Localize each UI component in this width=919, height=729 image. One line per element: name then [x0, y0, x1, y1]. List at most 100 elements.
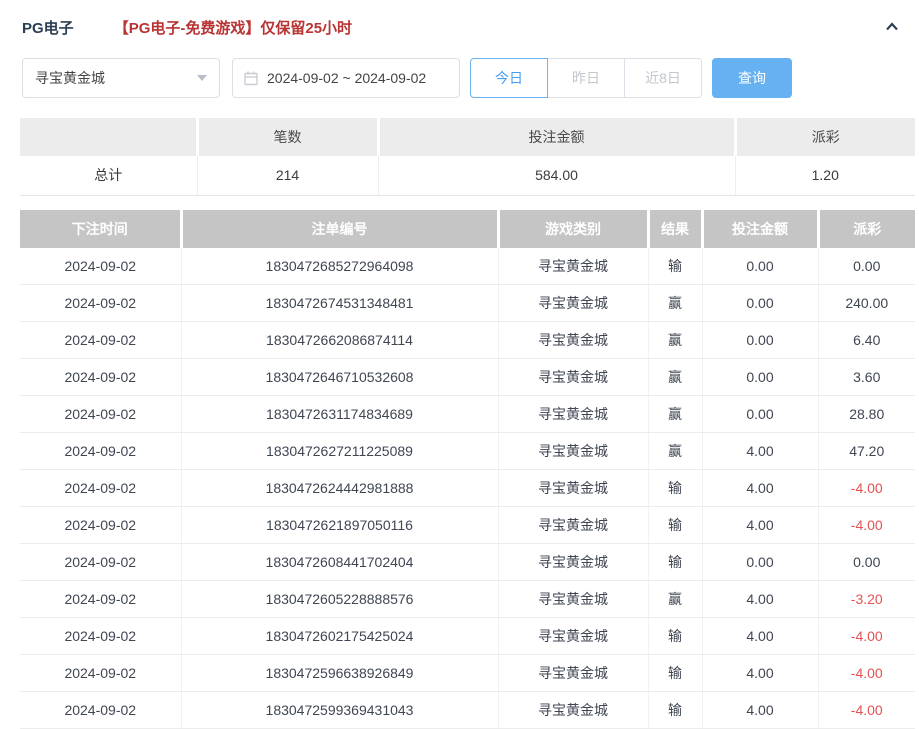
summary-header-blank	[20, 118, 197, 156]
bet-time-cell: 2024-09-02	[20, 396, 181, 433]
quick-filter-button-1[interactable]: 昨日	[547, 58, 625, 98]
bet-time-cell: 2024-09-02	[20, 655, 181, 692]
panel-header: PG电子 【PG电子-免费游戏】仅保留25小时	[0, 0, 919, 40]
bet-amount-cell: 0.00	[702, 248, 818, 285]
result-cell: 赢	[648, 433, 702, 470]
result-cell: 输	[648, 470, 702, 507]
bet-amount-cell: 4.00	[702, 618, 818, 655]
bet-id-cell: 1830472608441702404	[181, 544, 498, 581]
search-button[interactable]: 查询	[712, 58, 792, 98]
bet-amount-cell: 0.00	[702, 544, 818, 581]
game-type-cell: 寻宝黄金城	[498, 285, 648, 322]
bet-id-cell: 1830472602175425024	[181, 618, 498, 655]
game-type-cell: 寻宝黄金城	[498, 470, 648, 507]
bet-id-cell: 1830472596638926849	[181, 655, 498, 692]
calendar-icon	[243, 70, 259, 86]
bet-amount-cell: 0.00	[702, 396, 818, 433]
result-cell: 输	[648, 692, 702, 729]
date-range-input[interactable]: 2024-09-02 ~ 2024-09-02	[232, 58, 460, 98]
table-row: 2024-09-021830472685272964098寻宝黄金城输0.000…	[20, 248, 915, 285]
bet-id-cell: 1830472621897050116	[181, 507, 498, 544]
game-type-cell: 寻宝黄金城	[498, 433, 648, 470]
bet-time-cell: 2024-09-02	[20, 322, 181, 359]
bet-amount-cell: 4.00	[702, 470, 818, 507]
table-row: 2024-09-021830472631174834689寻宝黄金城赢0.002…	[20, 396, 915, 433]
bet-time-cell: 2024-09-02	[20, 433, 181, 470]
payout-cell: 47.20	[818, 433, 915, 470]
table-row: 2024-09-021830472608441702404寻宝黄金城输0.000…	[20, 544, 915, 581]
header-game-type: 游戏类别	[498, 210, 648, 248]
caret-down-icon	[197, 75, 207, 81]
bet-time-cell: 2024-09-02	[20, 507, 181, 544]
bet-amount-cell: 4.00	[702, 433, 818, 470]
payout-cell: 240.00	[818, 285, 915, 322]
bet-time-cell: 2024-09-02	[20, 359, 181, 396]
bet-records-table: 下注时间 注单编号 游戏类别 结果 投注金额 派彩 2024-09-021830…	[20, 210, 915, 729]
bet-id-cell: 1830472627211225089	[181, 433, 498, 470]
payout-cell: 6.40	[818, 322, 915, 359]
result-cell: 输	[648, 618, 702, 655]
bet-time-cell: 2024-09-02	[20, 285, 181, 322]
result-cell: 赢	[648, 322, 702, 359]
bet-time-cell: 2024-09-02	[20, 581, 181, 618]
bet-amount-cell: 0.00	[702, 359, 818, 396]
bet-id-cell: 1830472624442981888	[181, 470, 498, 507]
bet-id-cell: 1830472662086874114	[181, 322, 498, 359]
table-row: 2024-09-021830472599369431043寻宝黄金城输4.00-…	[20, 692, 915, 729]
bet-time-cell: 2024-09-02	[20, 470, 181, 507]
table-row: 2024-09-021830472624442981888寻宝黄金城输4.00-…	[20, 470, 915, 507]
retention-notice: 【PG电子-免费游戏】仅保留25小时	[114, 17, 352, 38]
table-row: 2024-09-021830472621897050116寻宝黄金城输4.00-…	[20, 507, 915, 544]
bet-id-cell: 1830472631174834689	[181, 396, 498, 433]
summary-total-count: 214	[197, 156, 378, 195]
result-cell: 赢	[648, 359, 702, 396]
summary-header-row: 笔数 投注金额 派彩	[20, 118, 915, 156]
header-bet-amount: 投注金额	[702, 210, 818, 248]
bet-amount-cell: 0.00	[702, 322, 818, 359]
game-select[interactable]: 寻宝黄金城	[22, 58, 220, 98]
quick-filter-group: 今日昨日近8日	[470, 58, 702, 98]
header-result: 结果	[648, 210, 702, 248]
quick-filter-button-2[interactable]: 近8日	[624, 58, 702, 98]
date-range-value: 2024-09-02 ~ 2024-09-02	[267, 70, 426, 86]
table-row: 2024-09-021830472627211225089寻宝黄金城赢4.004…	[20, 433, 915, 470]
result-cell: 赢	[648, 581, 702, 618]
page-title: PG电子	[22, 17, 74, 38]
payout-cell: -3.20	[818, 581, 915, 618]
bet-amount-cell: 4.00	[702, 581, 818, 618]
result-cell: 输	[648, 507, 702, 544]
payout-cell: -4.00	[818, 655, 915, 692]
bet-id-cell: 1830472674531348481	[181, 285, 498, 322]
table-row: 2024-09-021830472646710532608寻宝黄金城赢0.003…	[20, 359, 915, 396]
bet-id-cell: 1830472599369431043	[181, 692, 498, 729]
summary-header-bet-amount: 投注金额	[378, 118, 735, 156]
payout-cell: 28.80	[818, 396, 915, 433]
payout-cell: 0.00	[818, 544, 915, 581]
filter-bar: 寻宝黄金城 2024-09-02 ~ 2024-09-02 今日昨日近8日 查询	[22, 57, 919, 99]
summary-total-bet-amount: 584.00	[378, 156, 735, 195]
collapse-panel-button[interactable]	[881, 17, 903, 37]
bet-time-cell: 2024-09-02	[20, 248, 181, 285]
game-type-cell: 寻宝黄金城	[498, 692, 648, 729]
header-bet-id: 注单编号	[181, 210, 498, 248]
table-row: 2024-09-021830472674531348481寻宝黄金城赢0.002…	[20, 285, 915, 322]
bet-time-cell: 2024-09-02	[20, 544, 181, 581]
game-type-cell: 寻宝黄金城	[498, 507, 648, 544]
result-cell: 输	[648, 655, 702, 692]
bet-table-body: 2024-09-021830472685272964098寻宝黄金城输0.000…	[20, 248, 915, 729]
game-type-cell: 寻宝黄金城	[498, 359, 648, 396]
summary-header-count: 笔数	[197, 118, 378, 156]
result-cell: 输	[648, 544, 702, 581]
summary-header-payout: 派彩	[735, 118, 915, 156]
bet-time-cell: 2024-09-02	[20, 692, 181, 729]
table-row: 2024-09-021830472605228888576寻宝黄金城赢4.00-…	[20, 581, 915, 618]
bet-amount-cell: 4.00	[702, 655, 818, 692]
bet-id-cell: 1830472605228888576	[181, 581, 498, 618]
table-row: 2024-09-021830472602175425024寻宝黄金城输4.00-…	[20, 618, 915, 655]
header-payout: 派彩	[818, 210, 915, 248]
quick-filter-button-0[interactable]: 今日	[470, 58, 548, 98]
game-select-value: 寻宝黄金城	[35, 68, 105, 88]
result-cell: 赢	[648, 285, 702, 322]
payout-cell: 0.00	[818, 248, 915, 285]
game-type-cell: 寻宝黄金城	[498, 322, 648, 359]
